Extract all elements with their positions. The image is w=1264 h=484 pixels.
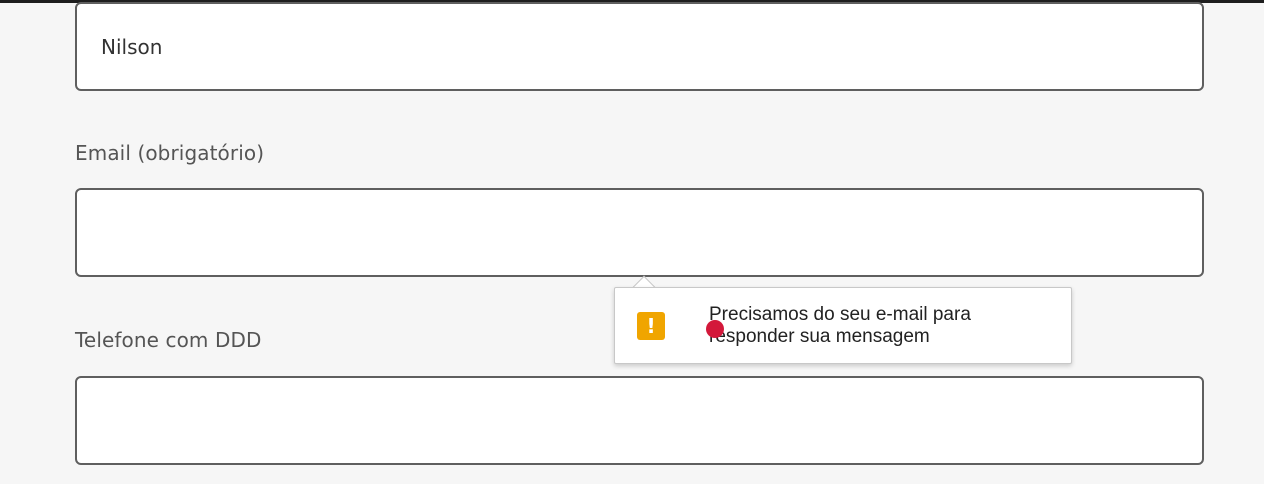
name-field[interactable]: [75, 2, 1204, 91]
email-field[interactable]: [75, 188, 1204, 277]
warning-icon: !: [637, 312, 665, 340]
cursor-marker: [706, 320, 724, 338]
validation-tooltip: ! Precisamos do seu e-mail para responde…: [614, 287, 1072, 364]
phone-label: Telefone com DDD: [75, 328, 262, 352]
email-label: Email (obrigatório): [75, 141, 265, 165]
phone-field[interactable]: [75, 376, 1204, 465]
validation-message: Precisamos do seu e-mail para responder …: [709, 304, 971, 347]
